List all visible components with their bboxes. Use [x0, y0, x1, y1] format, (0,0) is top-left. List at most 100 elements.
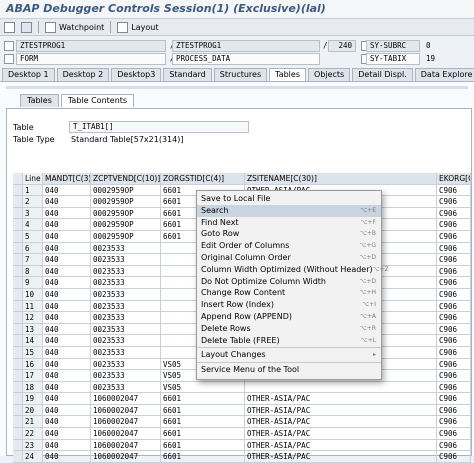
cell-mandt: 040 — [43, 242, 91, 255]
tab-desktop-2[interactable]: Desktop 2 — [56, 68, 110, 81]
cell-zcptvend: 0023533 — [91, 312, 161, 324]
row-selector[interactable] — [13, 184, 23, 197]
cell-mandt: 040 — [43, 381, 91, 394]
row-selector[interactable] — [13, 207, 23, 220]
row-selector[interactable] — [13, 323, 23, 336]
menu-item-layout-changes[interactable]: Layout Changes ▸ — [197, 349, 381, 361]
row-selector[interactable] — [13, 254, 23, 266]
watchpoint-button[interactable]: Watchpoint — [45, 21, 104, 33]
row-selector[interactable] — [13, 451, 23, 463]
tab-structures[interactable]: Structures — [213, 68, 268, 81]
menu-item-change-row-content[interactable]: Change Row Content ⌥+H — [197, 287, 381, 299]
menu-item-goto-row[interactable]: Goto Row ⌥+B — [197, 228, 381, 240]
row-selector[interactable] — [13, 346, 23, 359]
row-selector[interactable] — [13, 230, 23, 243]
row-selector[interactable] — [13, 242, 23, 255]
row-selector[interactable] — [13, 219, 23, 231]
subtab-tables[interactable]: Tables — [20, 94, 59, 107]
layout-button[interactable]: Layout — [117, 21, 159, 33]
menu-item-original-column-order[interactable]: Original Column Order ⌥+D — [197, 252, 381, 264]
table-name-input[interactable]: T_ITAB1[] — [69, 121, 249, 133]
event-name-field[interactable]: PROCESS_DATA — [172, 53, 320, 65]
menu-item-find-next[interactable]: Find Next ⌥+F — [197, 217, 381, 229]
tab-tables[interactable]: Tables — [269, 68, 306, 81]
cell-line: 15 — [23, 346, 43, 359]
table-row[interactable]: 18 040 0023533 VS05 C906 — [13, 381, 471, 394]
program-field[interactable]: ZTESTPROG1 — [16, 40, 166, 52]
column-header-zcptvend[interactable]: ZCPTVEND[C(10)] — [91, 173, 161, 185]
cell-ekorg: C906 — [437, 312, 471, 324]
row-selector[interactable] — [13, 312, 23, 324]
menu-item-save-to-local-file[interactable]: Save to Local File — [197, 193, 381, 205]
row-selector[interactable] — [13, 404, 23, 417]
display-icon[interactable] — [21, 21, 32, 33]
table-row[interactable]: 20 040 1060002047 6601 OTHER-ASIA/PAC C906 — [13, 404, 471, 417]
row-selector[interactable] — [13, 277, 23, 289]
menu-item-delete-rows[interactable]: Delete Rows ⌥+R — [197, 323, 381, 335]
slash-sep: / — [323, 41, 328, 50]
menu-item-label: Service Menu of the Tool — [201, 365, 300, 375]
row-selector[interactable] — [13, 358, 23, 371]
table-row[interactable]: 19 040 1060002047 6601 OTHER-ASIA/PAC C906 — [13, 393, 471, 405]
table-row[interactable]: 24 040 1060002047 6601 OTHER-ASIA/PAC C906 — [13, 451, 471, 463]
row-selector[interactable] — [13, 439, 23, 452]
subtab-table-contents[interactable]: Table Contents — [60, 94, 135, 107]
menu-item-search[interactable]: Search ⌥+E — [197, 204, 381, 217]
row-selector[interactable] — [13, 370, 23, 382]
event-type-field[interactable]: FORM — [16, 53, 166, 65]
menu-item-insert-row-index[interactable]: Insert Row (Index) ⌥+I — [197, 299, 381, 311]
cell-zcptvend: 0023533 — [91, 335, 161, 347]
tab-desktop-3[interactable]: Desktop3 — [111, 68, 162, 81]
table-row[interactable]: 22 040 1060002047 6601 OTHER-ASIA/PAC C906 — [13, 428, 471, 440]
view-icon[interactable] — [4, 21, 15, 33]
row-selector[interactable] — [13, 196, 23, 208]
include-field[interactable]: ZTESTPROG1 — [172, 40, 320, 52]
cell-zcptvend: 0023533 — [91, 323, 161, 336]
cell-ekorg: C906 — [437, 381, 471, 394]
cell-ekorg: C906 — [437, 277, 471, 289]
cell-mandt: 040 — [43, 428, 91, 440]
cell-mandt: 040 — [43, 277, 91, 289]
menu-item-column-width-optimized-without-header[interactable]: Column Width Optimized (Without Header) ⌥… — [197, 264, 389, 276]
menu-item-delete-table-free[interactable]: Delete Table (FREE) ⌥+L — [197, 335, 381, 347]
row-selector[interactable] — [13, 300, 23, 313]
tab-standard[interactable]: Standard — [163, 68, 212, 81]
menu-item-shortcut: ⌥+H — [359, 289, 376, 297]
cell-ekorg: C906 — [437, 288, 471, 301]
cell-zsitename: OTHER-ASIA/PAC — [245, 451, 437, 463]
tab-detail-displ[interactable]: Detail Displ. — [352, 68, 413, 81]
column-header-mandt[interactable]: MANDT[C(3)] — [43, 173, 91, 185]
row-selector[interactable] — [13, 335, 23, 347]
tab-desktop-1[interactable]: Desktop 1 — [2, 68, 55, 81]
tab-objects[interactable]: Objects — [308, 68, 351, 81]
column-header-zorgstid[interactable]: ZORGSTID[C(4)] — [161, 173, 245, 185]
cell-ekorg: C906 — [437, 300, 471, 313]
menu-item-do-not-optimize-column-width[interactable]: Do Not Optimize Column Width ⌥+D — [197, 276, 381, 288]
cell-zcptvend: 1060002047 — [91, 416, 161, 429]
menu-item-edit-order-of-columns[interactable]: Edit Order of Columns ⌥+G — [197, 240, 381, 252]
cell-zcptvend: 0023533 — [91, 254, 161, 266]
menu-item-label: Edit Order of Columns — [201, 241, 290, 251]
cell-line: 18 — [23, 381, 43, 394]
cell-mandt: 040 — [43, 323, 91, 336]
menu-item-append-row-append[interactable]: Append Row (APPEND) ⌥+A — [197, 311, 381, 323]
cell-line: 4 — [23, 219, 43, 231]
row-selector[interactable] — [13, 381, 23, 394]
cell-ekorg: C906 — [437, 254, 471, 266]
menu-item-label: Delete Rows — [201, 323, 251, 333]
row-selector[interactable] — [13, 428, 23, 440]
grid-settings-icon[interactable] — [13, 173, 23, 185]
line-number-field[interactable]: 240 — [328, 40, 356, 52]
column-header-zsitename[interactable]: ZSITENAME[C(30)] — [245, 173, 437, 185]
table-row[interactable]: 21 040 1060002047 6601 OTHER-ASIA/PAC C906 — [13, 416, 471, 429]
row-selector[interactable] — [13, 393, 23, 405]
row-selector[interactable] — [13, 288, 23, 301]
row-selector[interactable] — [13, 416, 23, 429]
table-row[interactable]: 23 040 1060002047 6601 OTHER-ASIA/PAC C906 — [13, 439, 471, 452]
tab-data-explore[interactable]: Data Explore — [414, 68, 474, 81]
cell-ekorg: C906 — [437, 242, 471, 255]
row-selector[interactable] — [13, 265, 23, 278]
column-header-line[interactable]: Line — [23, 173, 43, 185]
menu-item-service-menu-of-the-tool[interactable]: Service Menu of the Tool — [197, 364, 381, 376]
column-header-ekorg[interactable]: EKORG[C(4)] — [437, 173, 471, 185]
